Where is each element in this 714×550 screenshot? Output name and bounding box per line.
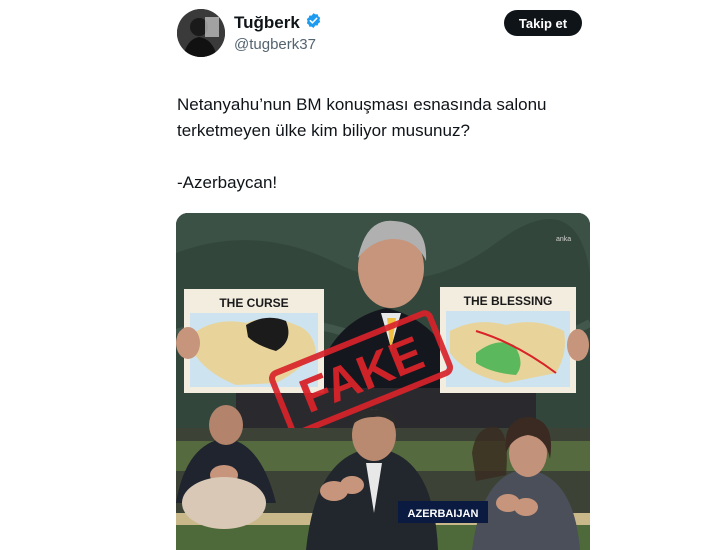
follow-button[interactable]: Takip et	[504, 10, 582, 36]
watermark: anka	[556, 236, 571, 243]
user-avatar[interactable]	[177, 9, 225, 57]
tweet-media-image[interactable]: anka THE CURSE THE BLESSING FAKE AZERBAI…	[176, 213, 590, 550]
blessing-sign: THE BLESSING	[440, 287, 576, 393]
tweet-line-1: Netanyahu’nun BM konuşması esnasında sal…	[177, 95, 547, 114]
user-handle[interactable]: @tugberk37	[234, 36, 316, 53]
azerbaijan-nameplate: AZERBAIJAN	[398, 501, 488, 523]
tweet-line-3: -Azerbaycan!	[177, 173, 278, 192]
blessing-sign-title: THE BLESSING	[464, 294, 553, 308]
display-name[interactable]: Tuğberk	[234, 13, 300, 33]
curse-sign-title: THE CURSE	[219, 296, 288, 310]
tweet-text: Netanyahu’nun BM konuşması esnasında sal…	[177, 92, 617, 196]
verified-badge-icon	[305, 12, 322, 34]
nameplate-text: AZERBAIJAN	[408, 508, 479, 520]
tweet-line-2: terketmeyen ülke kim biliyor musunuz?	[177, 121, 470, 140]
